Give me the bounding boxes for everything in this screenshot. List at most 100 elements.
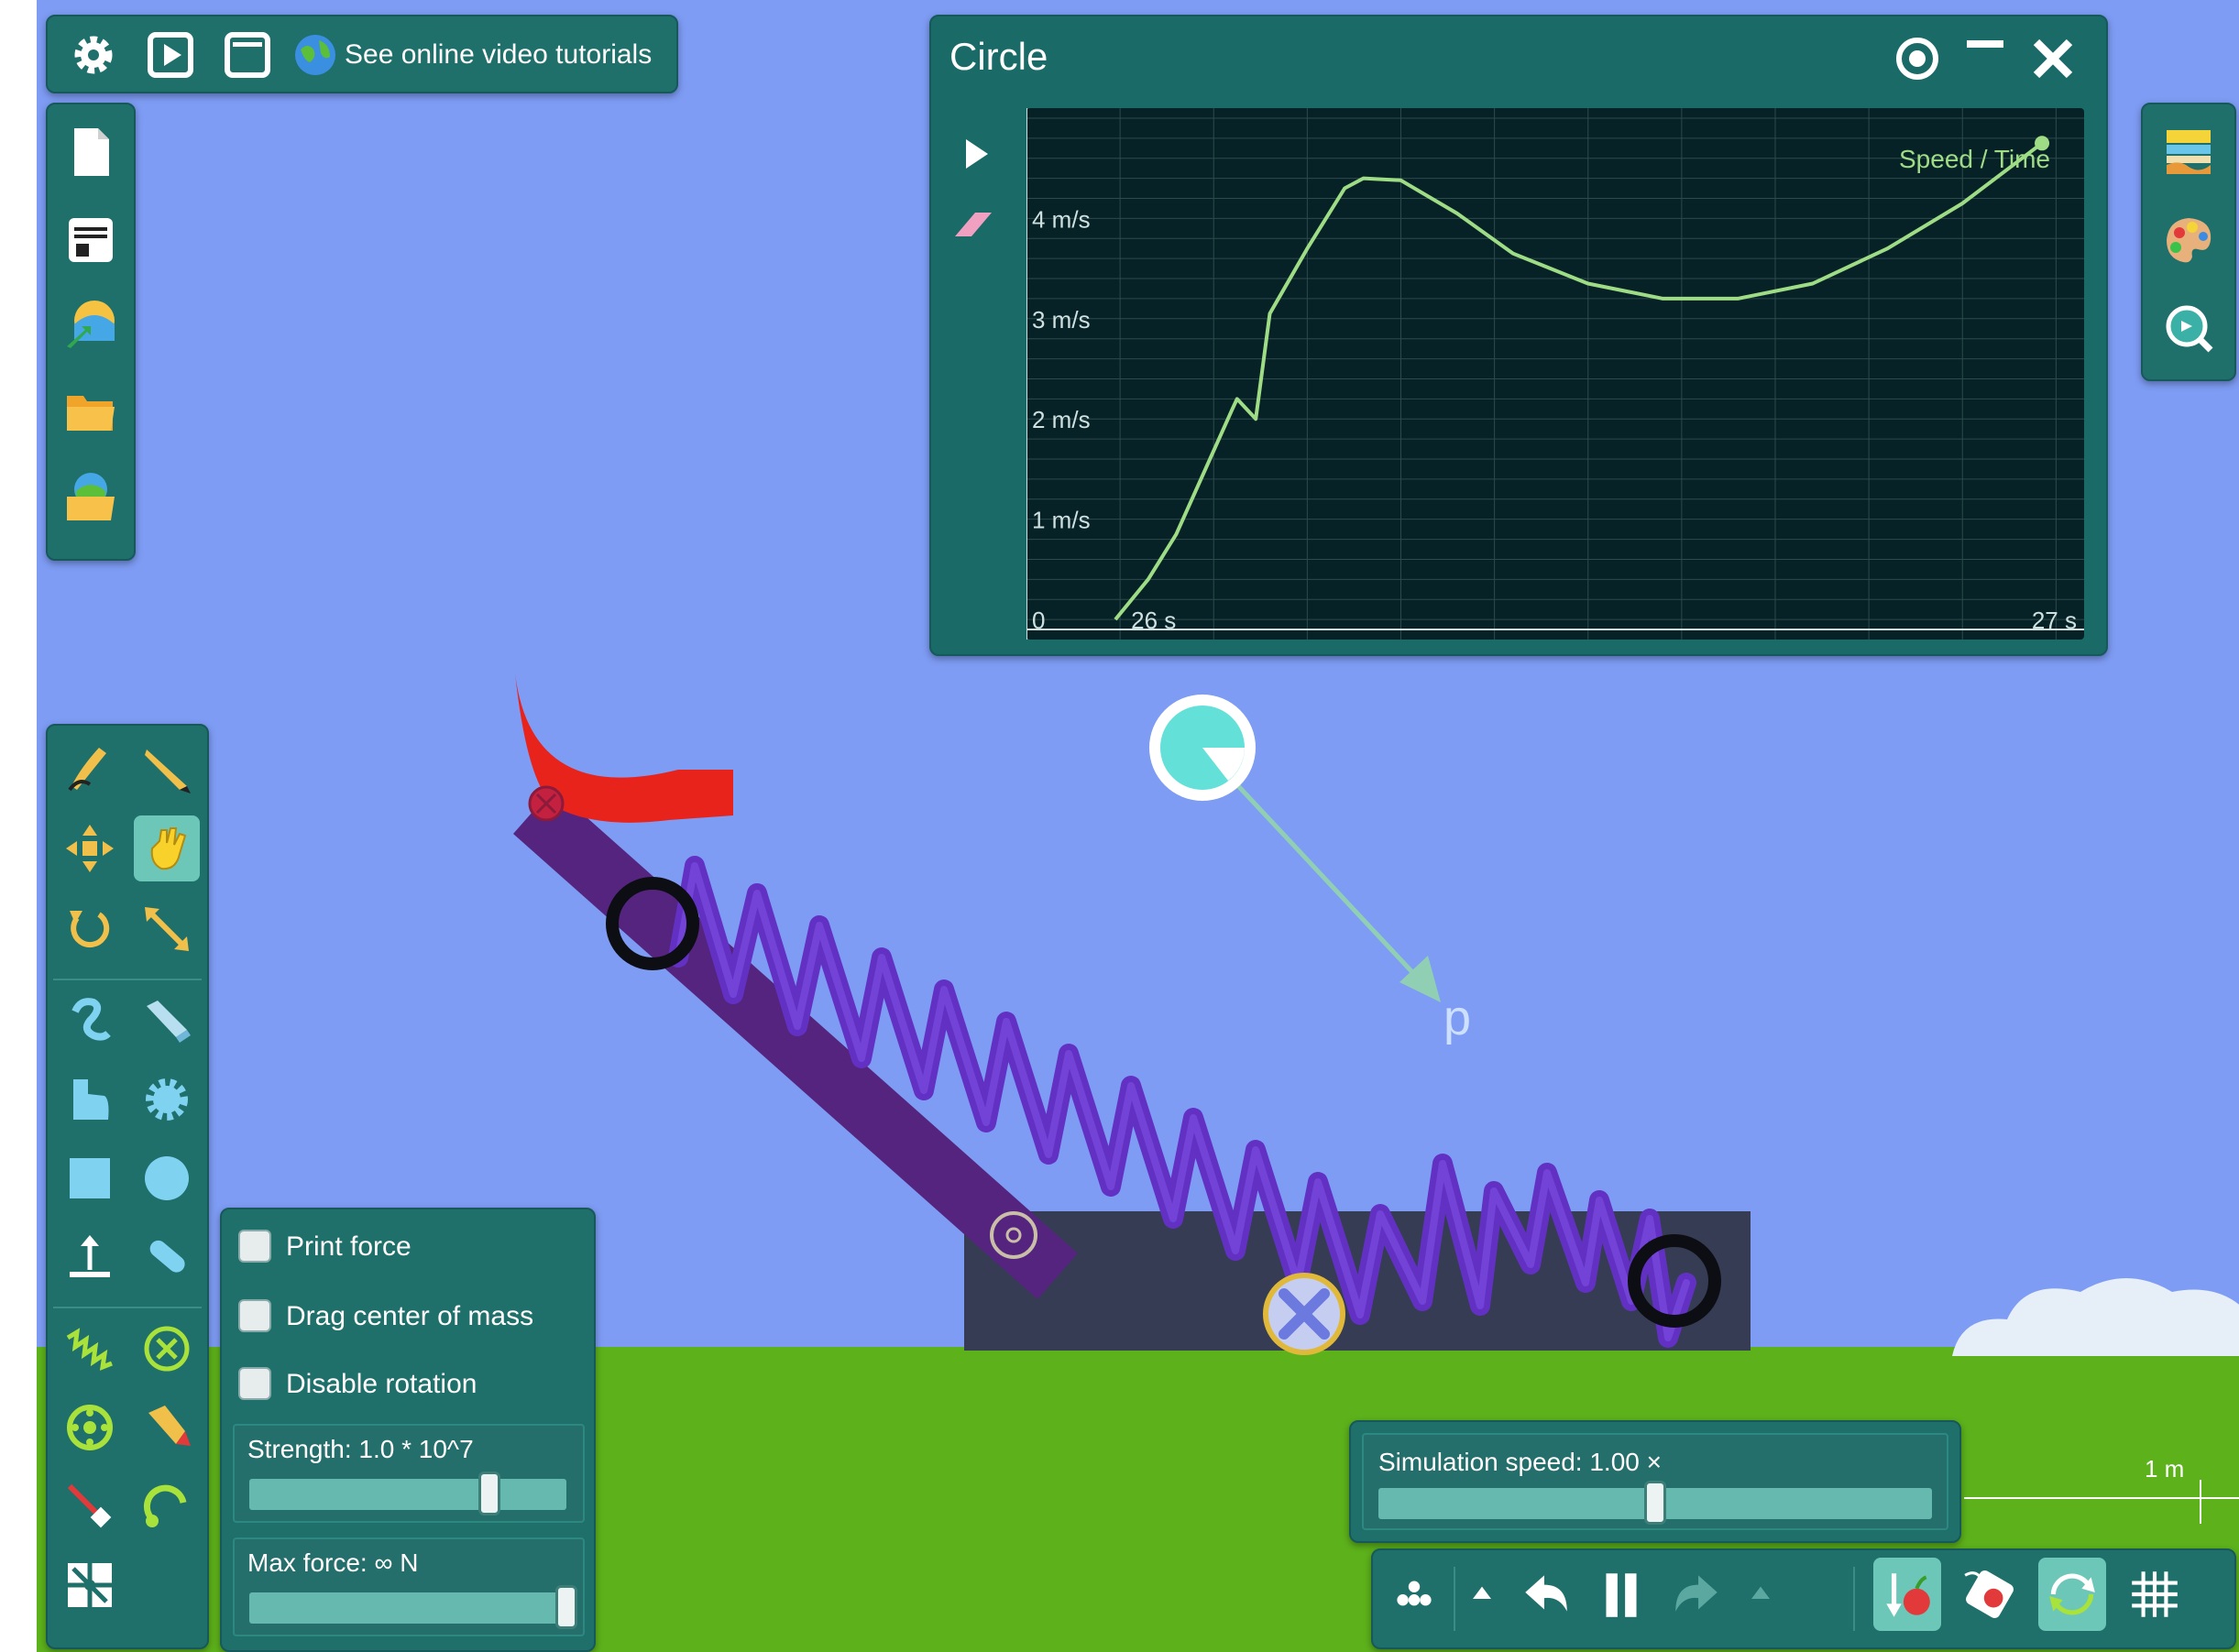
strength-slider[interactable] [249, 1479, 566, 1510]
circle-tool[interactable] [134, 1145, 200, 1211]
graph-minimize-button[interactable] [1952, 20, 2018, 86]
window-button[interactable] [214, 22, 280, 88]
chain-tool[interactable] [134, 1224, 200, 1290]
gravity-icon [1886, 1573, 1930, 1617]
undo-icon [1525, 1575, 1567, 1612]
redo-up-arrow-icon [1751, 1586, 1770, 1599]
tools-palette [46, 724, 209, 1649]
print-force-checkbox[interactable] [238, 1230, 271, 1263]
zoom-button[interactable] [2156, 295, 2222, 361]
tracer-tool[interactable] [134, 1395, 200, 1461]
scale-icon [145, 907, 189, 951]
redo-history-button[interactable] [1738, 1558, 1784, 1631]
gear-shape-tool[interactable] [134, 1067, 200, 1132]
laser-tool[interactable] [57, 1473, 123, 1539]
hinge-tool[interactable] [57, 1395, 123, 1461]
brush-icon [68, 748, 106, 792]
tutorials-label: See online video tutorials [345, 39, 653, 70]
background-button[interactable] [2156, 119, 2222, 185]
new-file-button[interactable] [58, 119, 124, 185]
palette-button[interactable] [2156, 207, 2222, 273]
speed-series-line [1114, 141, 2044, 621]
scale-bar-tick [2200, 1480, 2201, 1524]
max-force-slider-knob[interactable] [555, 1585, 577, 1629]
print-button[interactable] [58, 205, 124, 271]
play-box-button[interactable] [137, 22, 203, 88]
rotate-view-toggle[interactable] [2038, 1558, 2106, 1631]
drag-hand-tool[interactable] [134, 815, 200, 881]
graph-panel: Circle 4 m/s 3 m/s 2 m/s 1 m/s 0 26 s 27 s Spe… [929, 15, 2108, 656]
undo-button[interactable] [1512, 1558, 1580, 1631]
strength-group: Strength: 1.0 * 10^7 [233, 1424, 585, 1523]
new-file-icon [74, 128, 109, 176]
drag-center-checkbox[interactable] [238, 1299, 271, 1332]
plane-tool[interactable] [57, 1224, 123, 1290]
export-image-button[interactable] [58, 291, 124, 357]
knife-icon [145, 749, 191, 793]
strength-slider-knob[interactable] [478, 1471, 500, 1515]
circle-icon [145, 1156, 189, 1200]
graph-close-button[interactable] [2020, 26, 2086, 92]
max-force-label: Max force: ∞ N [247, 1548, 419, 1577]
thruster-tool[interactable] [134, 1473, 200, 1539]
tutorials-link[interactable]: See online video tutorials [293, 33, 652, 77]
eraser-tool[interactable] [134, 988, 200, 1054]
tools-separator [53, 979, 202, 980]
x-tick-label: 27 s [2032, 607, 2077, 634]
toolbar-divider-2 [1853, 1567, 1855, 1631]
fan-tool[interactable] [57, 1552, 123, 1618]
file-toolbar [46, 103, 136, 561]
simulation-speed-label: Simulation speed: 1.00 × [1378, 1448, 1662, 1476]
rope-tool[interactable] [57, 988, 123, 1054]
undo-history-button[interactable] [1459, 1558, 1505, 1631]
graph-visibility-button[interactable] [1884, 26, 1950, 92]
knife-tool[interactable] [134, 735, 200, 801]
settings-button[interactable] [60, 22, 126, 88]
graph-clear-button[interactable] [942, 191, 1008, 257]
scale-bar [1964, 1497, 2239, 1499]
palette-icon [2167, 218, 2212, 263]
right-toolbar [2141, 103, 2236, 381]
graph-title: Circle [949, 35, 1048, 78]
brush-tool[interactable] [57, 735, 123, 801]
spring-tool[interactable] [57, 1316, 123, 1382]
open-folder-button[interactable] [58, 377, 124, 443]
pressure-button[interactable] [1380, 1558, 1448, 1631]
scale-tool[interactable] [134, 896, 200, 962]
max-force-slider[interactable] [249, 1592, 566, 1624]
globe-icon [295, 35, 335, 75]
minimize-icon [1967, 40, 2003, 48]
open-scene-icon [67, 473, 115, 520]
scale-label: 1 m [2145, 1455, 2185, 1482]
print-icon [69, 218, 113, 262]
speed-chart: 4 m/s 3 m/s 2 m/s 1 m/s 0 26 s 27 s [1026, 108, 2084, 640]
fixjoint-tool[interactable] [134, 1316, 200, 1382]
disable-rotation-checkbox[interactable] [238, 1367, 271, 1400]
move-icon [66, 825, 114, 872]
simulation-speed-panel: Simulation speed: 1.00 × [1349, 1420, 1961, 1543]
rotate-tool[interactable] [57, 896, 123, 962]
box-tool[interactable] [57, 1145, 123, 1211]
momentum-label: p [1443, 990, 1472, 1045]
graph-play-button[interactable] [942, 121, 1008, 187]
simulation-speed-slider-knob[interactable] [1644, 1481, 1666, 1525]
air-resistance-icon [1964, 1570, 2014, 1618]
polygon-tool[interactable] [57, 1067, 123, 1132]
redo-button[interactable] [1663, 1558, 1730, 1631]
grid-toggle[interactable] [2121, 1558, 2189, 1631]
y-tick-label: 4 m/s [1032, 205, 1091, 233]
drag-hand-icon [150, 827, 187, 870]
playback-toolbar [1371, 1548, 2236, 1649]
box-icon [70, 1158, 110, 1198]
fixjoint-icon [144, 1326, 190, 1372]
pause-button[interactable] [1587, 1558, 1655, 1631]
gear-icon [74, 36, 113, 74]
laser-icon [67, 1483, 112, 1528]
close-icon [2033, 38, 2073, 79]
open-scene-button[interactable] [58, 464, 124, 530]
gravity-toggle[interactable] [1873, 1558, 1941, 1631]
move-tool[interactable] [57, 815, 123, 881]
air-resistance-toggle[interactable] [1956, 1558, 2024, 1631]
grid-icon [2132, 1571, 2178, 1617]
background-icon [2167, 130, 2211, 174]
